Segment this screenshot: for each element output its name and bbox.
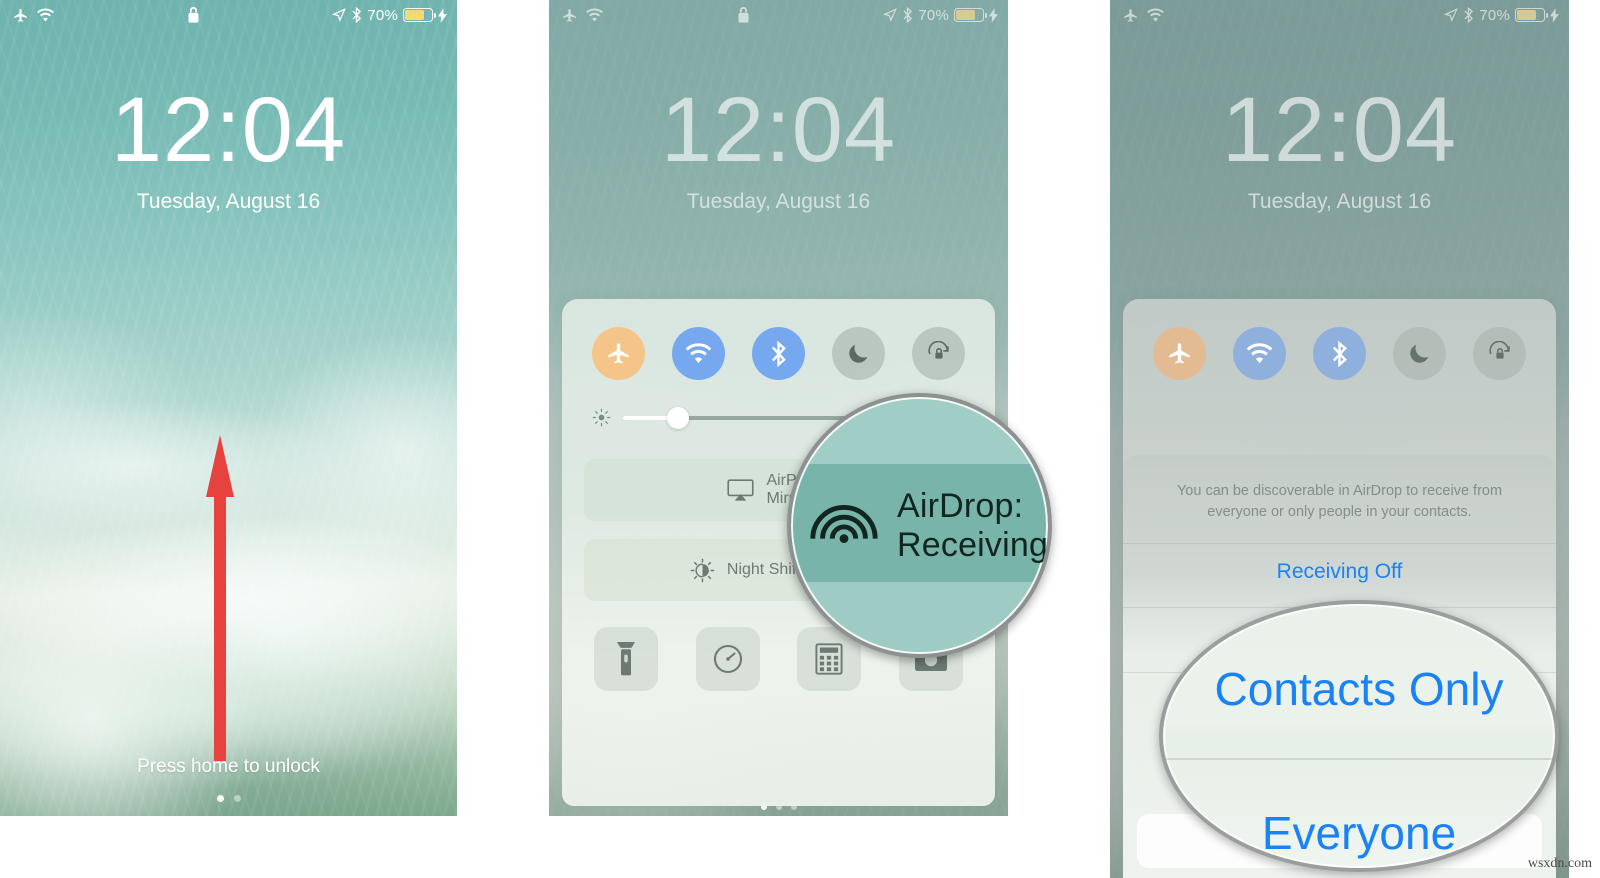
- location-arrow-icon: [1444, 8, 1459, 22]
- magnified-divider: [1163, 758, 1555, 760]
- airdrop-option-receiving-off[interactable]: Receiving Off: [1123, 560, 1556, 584]
- battery-icon: [1515, 8, 1549, 22]
- wifi-icon: [36, 7, 55, 23]
- lock-time: 12:04: [1221, 79, 1458, 181]
- page-dot: [233, 795, 241, 802]
- magnifier-airdrop-options: Contacts Only Everyone: [1159, 600, 1559, 872]
- bluetooth-icon: [351, 7, 362, 23]
- do-not-disturb-toggle[interactable]: [832, 327, 885, 380]
- control-center-toggles: [1139, 321, 1540, 380]
- airplane-mode-toggle[interactable]: [592, 327, 645, 380]
- battery-percent-label: 70%: [918, 6, 949, 24]
- sheet-divider: [1123, 543, 1556, 544]
- status-bar-right: 70%: [883, 7, 1008, 24]
- phone-panel-lockscreen: 70% 12:04 Tuesday, August 16 Press home …: [0, 0, 457, 816]
- lock-icon: [737, 7, 750, 23]
- status-bar-left: [0, 7, 55, 24]
- lock-icon: [187, 7, 200, 23]
- page-dot-active: [216, 795, 224, 802]
- rotation-lock-toggle[interactable]: [912, 327, 965, 380]
- battery-percent-label: 70%: [367, 6, 398, 24]
- airplay-icon: [727, 478, 755, 502]
- flashlight-shortcut[interactable]: [594, 627, 658, 691]
- battery-percent-label: 70%: [1479, 6, 1510, 24]
- status-bar-right: 70%: [332, 7, 457, 24]
- bluetooth-toggle[interactable]: [1313, 327, 1366, 380]
- status-bar: 70%: [1110, 0, 1569, 30]
- rotation-lock-toggle[interactable]: [1473, 327, 1526, 380]
- airplane-mode-icon: [561, 7, 578, 24]
- swipe-up-arrow-annotation: [206, 435, 234, 761]
- airdrop-description-line2: everyone or only people in your contacts…: [1207, 504, 1472, 521]
- airplane-mode-icon: [12, 7, 29, 24]
- do-not-disturb-toggle[interactable]: [1393, 327, 1446, 380]
- timer-shortcut[interactable]: [695, 627, 760, 691]
- bluetooth-icon: [1463, 7, 1474, 23]
- magnifier-airdrop-label: AirDrop: Receiving: [897, 487, 1048, 563]
- bluetooth-toggle[interactable]: [752, 327, 805, 380]
- airdrop-icon: [805, 484, 883, 567]
- charging-bolt-icon: [438, 7, 447, 23]
- lock-date: Tuesday, August 16: [686, 190, 871, 213]
- magnified-everyone-label[interactable]: Everyone: [1163, 806, 1555, 860]
- airplane-mode-toggle[interactable]: [1153, 327, 1206, 380]
- status-bar-center: [604, 7, 883, 23]
- status-bar: 70%: [0, 0, 457, 30]
- location-arrow-icon: [883, 8, 898, 22]
- page-dots: [0, 795, 457, 802]
- battery-icon: [403, 8, 437, 22]
- airdrop-description-line1: You can be discoverable in AirDrop to re…: [1176, 483, 1503, 499]
- lock-time: 12:04: [660, 79, 897, 181]
- airdrop-label-line1: AirDrop:: [897, 487, 1024, 526]
- lock-clock-block: 12:04 Tuesday, August 16: [0, 84, 457, 214]
- lock-time: 12:04: [110, 79, 347, 181]
- lock-clock-block: 12:04 Tuesday, August 16: [1110, 84, 1569, 214]
- status-bar-left: [1110, 7, 1165, 24]
- night-shift-icon: [690, 558, 715, 583]
- charging-bolt-icon: [1550, 7, 1559, 23]
- status-bar-right: 70%: [1444, 7, 1569, 24]
- location-arrow-icon: [332, 8, 347, 22]
- magnified-contacts-only-label[interactable]: Contacts Only: [1163, 662, 1555, 716]
- wifi-icon: [585, 7, 604, 23]
- brightness-slider-knob[interactable]: [666, 406, 689, 429]
- lock-clock-block: 12:04 Tuesday, August 16: [549, 84, 1008, 214]
- bluetooth-icon: [902, 7, 913, 23]
- status-bar: 70%: [549, 0, 1008, 30]
- battery-icon: [954, 8, 988, 22]
- lock-date: Tuesday, August 16: [1247, 190, 1432, 213]
- magnifier-airdrop-receiving: AirDrop: Receiving: [787, 393, 1052, 658]
- wifi-toggle[interactable]: [1233, 327, 1286, 380]
- status-bar-center: [55, 7, 332, 23]
- source-watermark: wsxdn.com: [1527, 856, 1592, 871]
- wifi-toggle[interactable]: [672, 327, 725, 380]
- status-bar-left: [549, 7, 604, 24]
- brightness-icon: [592, 408, 611, 427]
- airdrop-label-line2: Receiving: [897, 525, 1049, 564]
- charging-bolt-icon: [989, 7, 998, 23]
- lock-date: Tuesday, August 16: [136, 190, 321, 213]
- airdrop-description: You can be discoverable in AirDrop to re…: [1151, 481, 1528, 523]
- control-center-toggles: [578, 321, 979, 380]
- airplane-mode-icon: [1122, 7, 1139, 24]
- wifi-icon: [1146, 7, 1165, 23]
- screenshot-root: 70% 12:04 Tuesday, August 16 Press home …: [0, 0, 1600, 878]
